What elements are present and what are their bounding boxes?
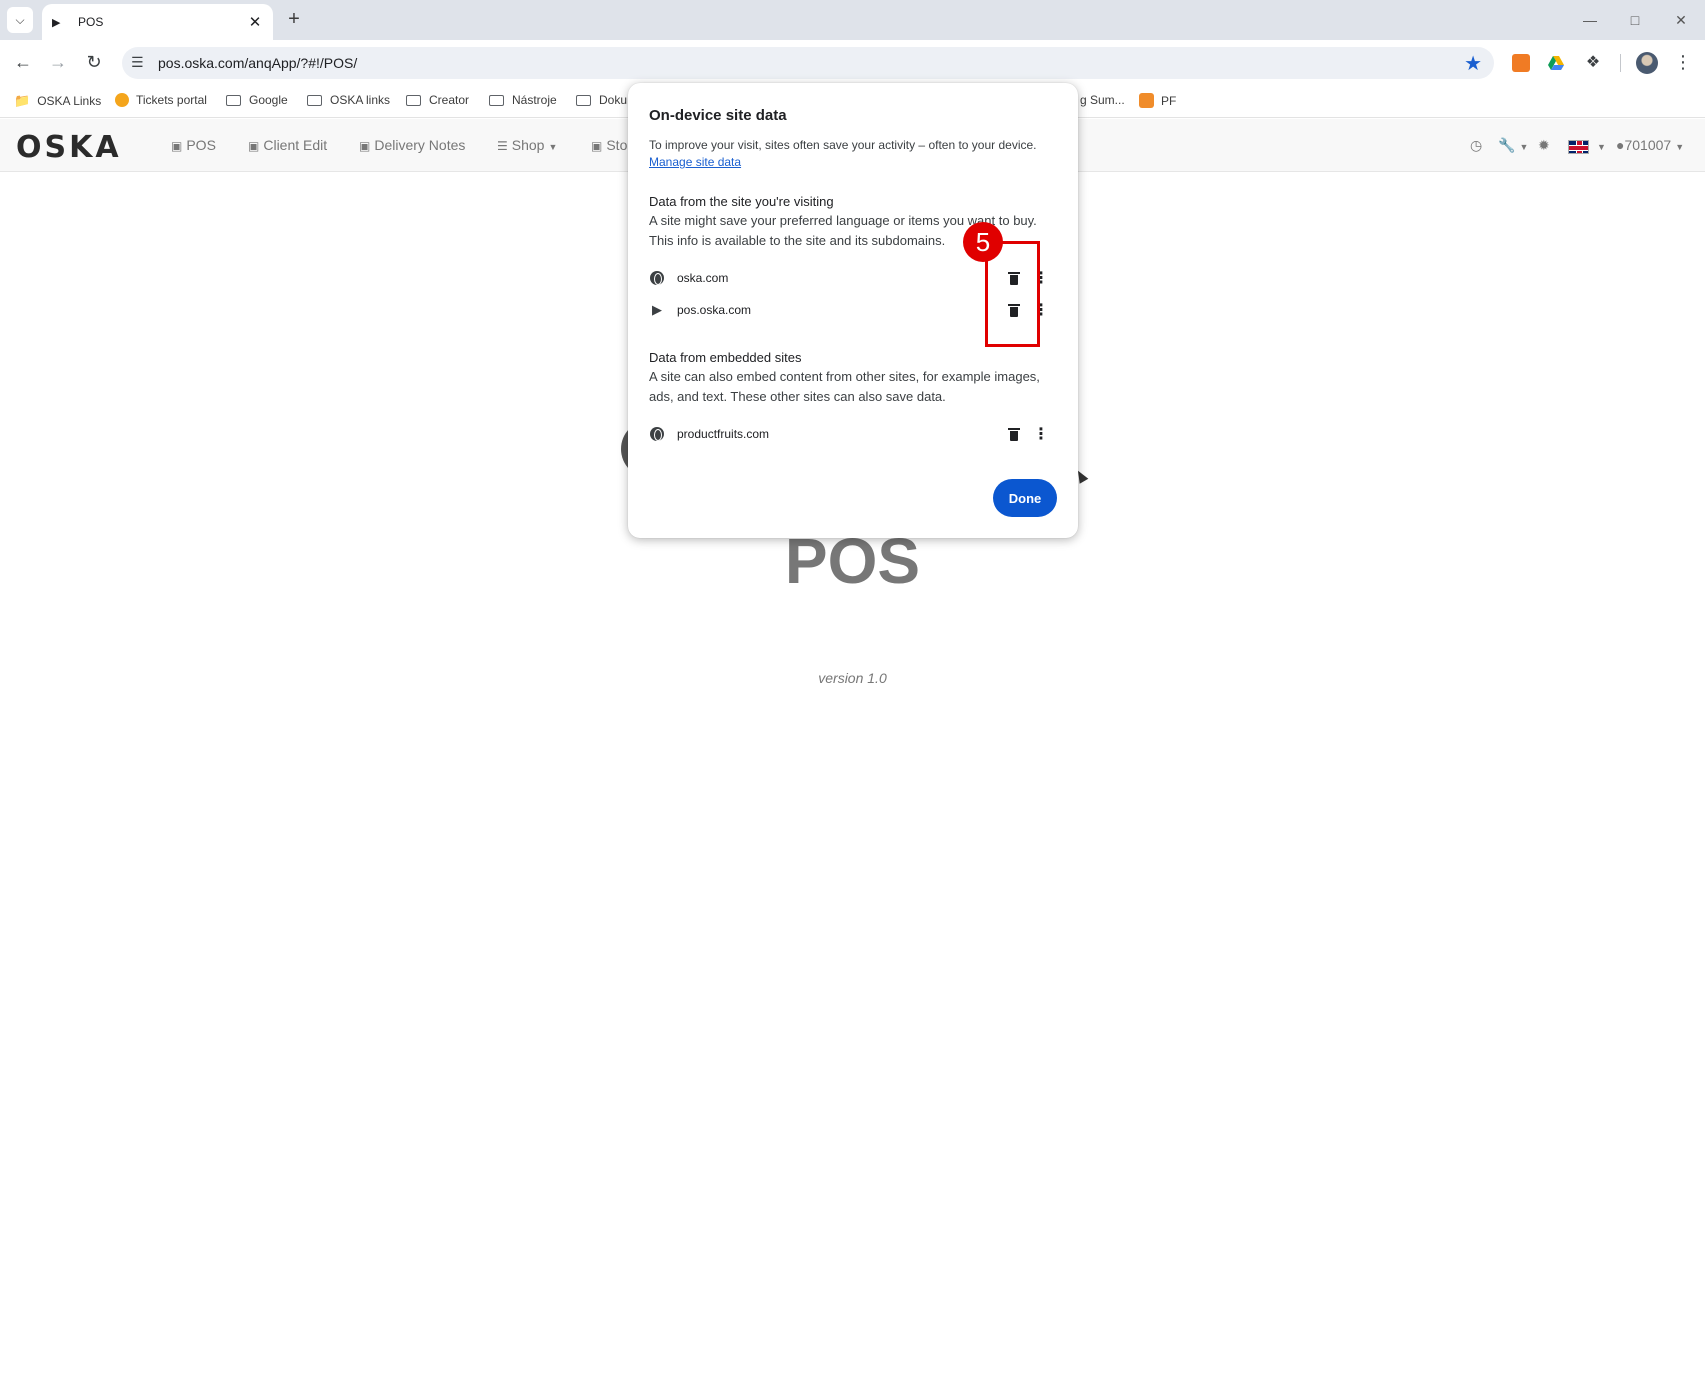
nav-stock[interactable]: ▣ Sto xyxy=(591,137,627,153)
done-button[interactable]: Done xyxy=(993,479,1057,517)
folder-icon xyxy=(307,94,322,106)
bookmark-doku[interactable]: Doku xyxy=(576,93,627,107)
manage-site-data-link[interactable]: Manage site data xyxy=(649,155,741,169)
contact-card-icon: ▣ xyxy=(248,139,260,153)
toolbar-divider xyxy=(1620,54,1621,72)
bookmark-tickets-portal[interactable]: Tickets portal xyxy=(115,93,207,107)
dialog-intro: To improve your visit, sites often save … xyxy=(649,138,1037,152)
google-drive-icon[interactable] xyxy=(1547,54,1565,72)
extensions-puzzle-icon[interactable]: ❖ xyxy=(1584,54,1602,72)
bookmark-label: Nástroje xyxy=(512,93,557,107)
bookmark-oska-links[interactable]: 📁 OSKA Links xyxy=(14,93,101,109)
site-name: productfruits.com xyxy=(677,427,770,441)
extension-orange-icon[interactable] xyxy=(1512,54,1530,72)
bookmark-g-sum[interactable]: g Sum... xyxy=(1080,93,1125,107)
more-options-icon[interactable]: ⋮ xyxy=(1033,423,1049,447)
embedded-section-body: A site can also embed content from other… xyxy=(649,369,1040,404)
maximize-icon[interactable]: □ xyxy=(1623,8,1647,32)
site-info-icon[interactable]: ☰ xyxy=(131,54,144,71)
browser-tab[interactable]: ▶ POS ✕ xyxy=(42,4,273,40)
address-url[interactable]: pos.oska.com/anqApp/?#!/POS/ xyxy=(158,55,357,71)
bookmark-label: Google xyxy=(249,93,288,107)
pf-icon xyxy=(1139,93,1154,108)
globe-icon xyxy=(650,271,664,285)
bookmark-pf[interactable]: PF xyxy=(1139,93,1176,108)
nav-client-edit[interactable]: ▣ Client Edit xyxy=(248,137,327,153)
folder-icon xyxy=(406,94,421,106)
wrench-icon[interactable]: 🔧 ▼ xyxy=(1498,137,1528,154)
trash-icon[interactable] xyxy=(1005,425,1023,445)
nav-label: Delivery Notes xyxy=(374,137,466,153)
bookmark-label: OSKA Links xyxy=(37,94,102,108)
browser-menu-icon[interactable]: ⋮ xyxy=(1674,52,1692,73)
nav-label: Shop xyxy=(511,137,545,153)
site-row-productfruits: productfruits.com ⋮ xyxy=(649,423,1059,447)
bug-icon[interactable]: ✹ xyxy=(1538,137,1550,154)
address-bar[interactable]: ☰ pos.oska.com/anqApp/?#!/POS/ ★ xyxy=(122,47,1494,79)
step-number-badge: 5 xyxy=(963,222,1003,262)
bookmark-label: PF xyxy=(1161,93,1177,108)
caret-down-icon: ▼ xyxy=(548,142,558,152)
shopping-bag-icon: ▣ xyxy=(171,139,183,153)
embedded-section-heading: Data from embedded sites xyxy=(649,350,802,365)
bookmark-label: Creator xyxy=(429,93,470,107)
dialog-title: On-device site data xyxy=(649,107,787,124)
play-icon: ▶ xyxy=(52,16,61,29)
forward-arrow-icon[interactable]: → xyxy=(45,49,71,75)
user-id: 701007 xyxy=(1624,137,1672,153)
oska-logo[interactable]: OSKA xyxy=(16,130,122,165)
bookmark-label: Tickets portal xyxy=(136,93,207,107)
bookmark-creator[interactable]: Creator xyxy=(406,93,469,107)
tickets-icon xyxy=(115,93,129,107)
tab-search-button[interactable]: ⌵ xyxy=(7,7,33,33)
bookmark-google[interactable]: Google xyxy=(226,93,288,107)
folder-icon xyxy=(489,94,504,106)
managed-bookmarks-icon: 📁 xyxy=(14,93,31,108)
back-arrow-icon[interactable]: ← xyxy=(10,49,36,75)
nav-delivery-notes[interactable]: ▣ Delivery Notes xyxy=(359,137,465,153)
uk-flag-icon[interactable] xyxy=(1568,140,1589,154)
bookmark-oska-links-folder[interactable]: OSKA links xyxy=(307,93,390,107)
bookmark-label: Doku xyxy=(599,93,628,107)
nav-pos[interactable]: ▣ POS xyxy=(171,137,216,153)
profile-avatar[interactable] xyxy=(1636,52,1658,74)
tab-title: POS xyxy=(78,15,104,29)
bookmark-label: OSKA links xyxy=(330,93,391,107)
folder-icon xyxy=(226,94,241,106)
new-tab-button[interactable]: + xyxy=(282,8,306,32)
window-close-icon[interactable]: ✕ xyxy=(1669,8,1693,32)
browser-toolbar: ← → ↻ ☰ pos.oska.com/anqApp/?#!/POS/ ★ ❖… xyxy=(0,40,1705,84)
archive-icon: ▣ xyxy=(359,139,371,153)
archive-icon: ▣ xyxy=(591,139,603,153)
site-name: pos.oska.com xyxy=(677,303,752,317)
version-text: version 1.0 xyxy=(818,670,887,686)
caret-down-icon: ▼ xyxy=(1675,142,1685,152)
globe-icon xyxy=(650,427,664,441)
clock-icon[interactable]: ◷ xyxy=(1470,137,1482,154)
minimize-icon[interactable]: — xyxy=(1578,8,1602,32)
nav-label: Client Edit xyxy=(263,137,328,153)
sliders-icon: ☰ xyxy=(497,139,508,153)
tab-strip: ⌵ ▶ POS ✕ + — □ ✕ xyxy=(0,0,1705,40)
reload-icon[interactable]: ↻ xyxy=(81,49,107,75)
expand-arrow-icon[interactable]: ▶ xyxy=(649,302,665,318)
nav-label: POS xyxy=(186,137,216,153)
folder-icon xyxy=(576,94,591,106)
caret-down-icon: ▼ xyxy=(1519,142,1529,152)
nav-label: Sto xyxy=(606,137,628,153)
star-bookmark-icon[interactable]: ★ xyxy=(1464,51,1482,76)
language-caret-icon[interactable]: ▼ xyxy=(1593,137,1606,153)
close-icon[interactable]: ✕ xyxy=(247,13,263,31)
screen: ⌵ ▶ POS ✕ + — □ ✕ ← → ↻ ☰ pos.oska.com/a… xyxy=(0,0,1705,1384)
user-menu[interactable]: ●701007 ▼ xyxy=(1616,137,1684,153)
visiting-section-heading: Data from the site you're visiting xyxy=(649,194,834,209)
site-name: oska.com xyxy=(677,271,729,285)
bookmark-nastroje[interactable]: Nástroje xyxy=(489,93,557,107)
bookmark-label: g Sum... xyxy=(1080,93,1125,107)
nav-shop[interactable]: ☰ Shop ▼ xyxy=(497,137,557,153)
chevron-down-icon: ⌵ xyxy=(15,12,25,27)
caret-down-icon: ▼ xyxy=(1597,142,1606,152)
